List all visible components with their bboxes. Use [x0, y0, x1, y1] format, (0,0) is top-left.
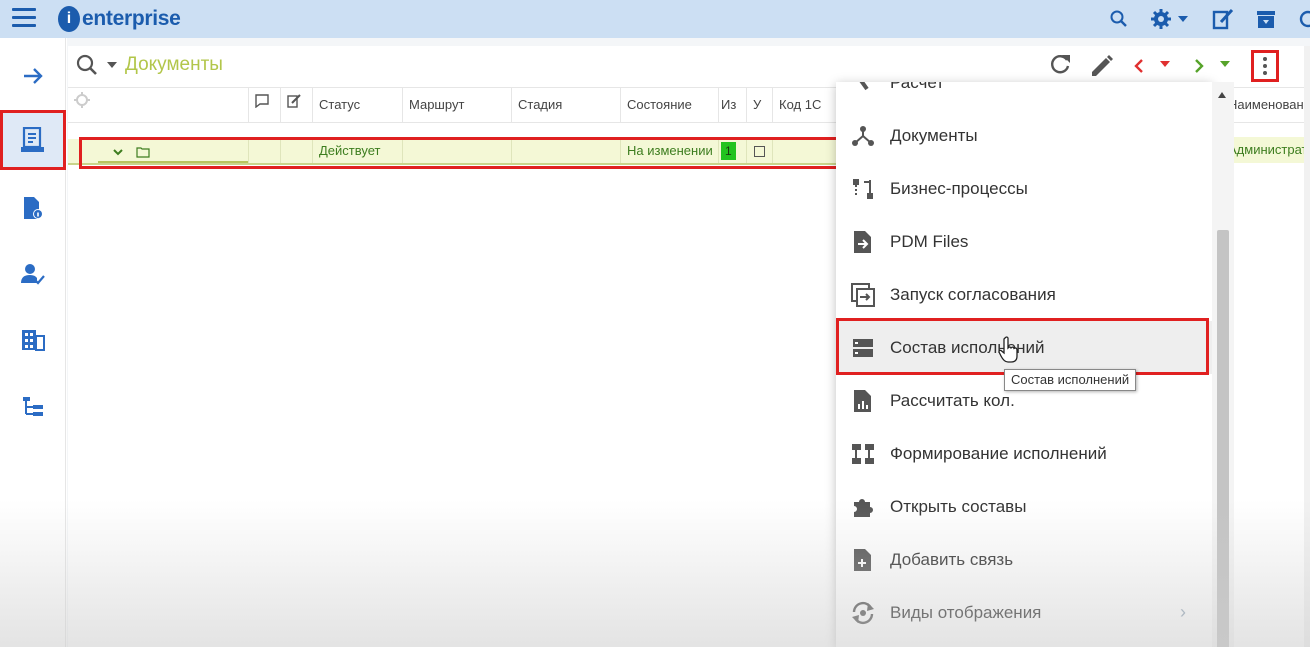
logo-mark: i	[58, 6, 80, 32]
panel-header: Документы	[68, 46, 1308, 86]
edit-note-icon[interactable]	[1212, 8, 1234, 30]
column-header-from[interactable]: Из	[718, 88, 746, 122]
pencil-icon[interactable]	[1089, 52, 1113, 78]
prev-red-dropdown-icon[interactable]	[1160, 61, 1170, 67]
menu-item-label: Документы	[890, 125, 978, 145]
menu-item-documents[interactable]: Документы	[836, 109, 1212, 162]
menu-item-pdm-files[interactable]: PDM Files	[836, 215, 1212, 268]
panel-scrollbar[interactable]	[1304, 46, 1310, 647]
refresh-icon[interactable]	[1048, 52, 1072, 78]
column-header-status[interactable]: Статус	[312, 88, 402, 122]
file-arrow-icon	[836, 230, 890, 254]
next-green-chevron-icon[interactable]	[1193, 58, 1205, 74]
menu-item-label: Запуск согласования	[890, 284, 1056, 304]
puzzle-icon	[836, 495, 890, 519]
file-plus-icon	[836, 548, 890, 572]
sidebar-item-documents[interactable]	[0, 110, 66, 170]
archive-icon[interactable]	[1256, 9, 1276, 29]
table-header: Статус Маршрут Стадия Состояние Из У Код…	[68, 87, 836, 123]
row-highlight-box	[79, 137, 853, 169]
column-header-state[interactable]: Состояние	[620, 88, 718, 122]
edit-column-icon[interactable]	[280, 88, 312, 122]
column-header-route[interactable]: Маршрут	[402, 88, 511, 122]
menu-item-label: Добавить связь	[890, 549, 1014, 569]
launch-icon	[836, 282, 890, 307]
menu-item-add-link[interactable]: Добавить связь	[836, 533, 1212, 586]
menu-item-calc[interactable]: Расчет	[836, 82, 1212, 109]
sidebar-expand-arrow-icon[interactable]	[0, 48, 66, 104]
file-info-icon	[24, 197, 43, 219]
user-check-icon	[21, 264, 45, 285]
layout-icon	[836, 443, 890, 465]
page-title: Документы	[125, 54, 223, 75]
menu-item-label: Формирование исполнений	[890, 443, 1107, 463]
left-sidebar	[0, 38, 66, 647]
menu-item-highlight-box	[836, 318, 1209, 375]
search-icon[interactable]	[1110, 10, 1128, 28]
menu-item-label: Расчет	[890, 82, 945, 92]
column-header-u[interactable]: У	[746, 88, 772, 122]
process-icon	[836, 178, 890, 200]
help-icon[interactable]	[1298, 9, 1310, 29]
scroll-thumb[interactable]	[1217, 230, 1229, 647]
column-settings-gear-icon[interactable]	[68, 88, 98, 122]
app-logo[interactable]: i enterprise	[58, 5, 181, 33]
prev-red-chevron-icon[interactable]	[1133, 58, 1145, 74]
comment-column-icon[interactable]	[248, 88, 280, 122]
submenu-chevron-icon: ›	[1180, 602, 1186, 622]
scroll-up-icon[interactable]	[1218, 92, 1226, 98]
sidebar-item-file-info[interactable]	[0, 180, 66, 236]
next-green-dropdown-icon[interactable]	[1220, 61, 1230, 67]
sidebar-item-organization[interactable]	[0, 312, 66, 368]
more-vertical-icon[interactable]	[1251, 50, 1279, 82]
sync-icon	[836, 600, 890, 626]
menu-item-label: Открыть составы	[890, 496, 1027, 516]
menu-item-label: PDM Files	[890, 231, 969, 251]
menu-item-open-compositions[interactable]: Открыть составы	[836, 480, 1212, 533]
column-header-code-1c[interactable]: Код 1С	[772, 88, 836, 122]
hamburger-menu-icon[interactable]	[12, 8, 36, 28]
logo-text: enterprise	[82, 7, 181, 30]
column-tree	[98, 88, 248, 122]
calc-icon	[836, 82, 890, 93]
sidebar-item-user-approve[interactable]	[0, 246, 66, 302]
network-icon	[836, 125, 890, 147]
search-options-caret-icon[interactable]	[107, 62, 117, 68]
menu-scrollbar[interactable]	[1212, 82, 1234, 647]
menu-item-launch-approval[interactable]: Запуск согласования	[836, 268, 1212, 321]
menu-item-label: Виды отображения	[890, 602, 1042, 622]
gear-icon[interactable]	[1150, 8, 1190, 30]
menu-item-label: Рассчитать кол.	[890, 390, 1015, 410]
tooltip: Состав исполнений	[1004, 369, 1137, 391]
name-cell: Администратор панели	[1228, 137, 1308, 163]
building-icon	[22, 330, 45, 351]
column-header-stage[interactable]: Стадия	[511, 88, 620, 122]
menu-item-label: Бизнес-процессы	[890, 178, 1028, 198]
documents-icon	[21, 127, 44, 152]
menu-item-form-executions[interactable]: Формирование исполнений	[836, 427, 1212, 480]
menu-item-display-modes[interactable]: Виды отображения ›	[836, 586, 1212, 639]
sidebar-item-tree[interactable]	[0, 378, 66, 434]
column-header-name[interactable]: Наименование	[1228, 87, 1308, 123]
top-bar: i enterprise	[0, 0, 1310, 38]
hand-cursor-icon	[998, 336, 1018, 363]
file-chart-icon	[836, 389, 890, 413]
search-icon[interactable]	[76, 54, 98, 81]
tree-structure-icon	[23, 397, 43, 416]
menu-item-business-processes[interactable]: Бизнес-процессы	[836, 162, 1212, 215]
